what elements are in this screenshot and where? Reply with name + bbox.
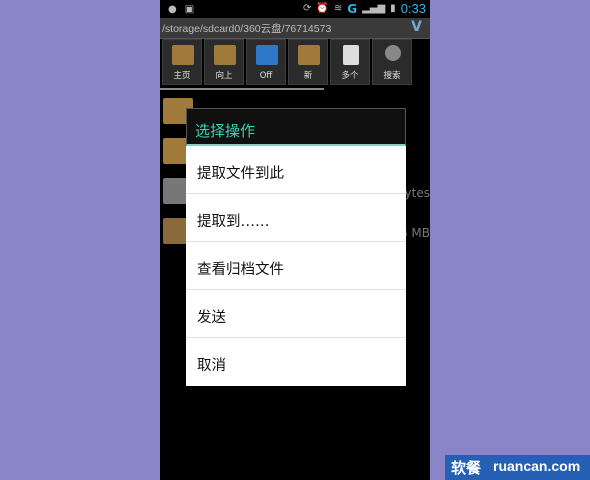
option-label: 取消: [197, 358, 226, 374]
home-button[interactable]: 主页: [162, 39, 202, 85]
option-label: 查看归档文件: [197, 262, 284, 278]
new-button[interactable]: 新: [288, 39, 328, 85]
phone-screen: ● ▣ ⟳ ⏰ ≋ G ▂▄▆ ▮ 0:33 /storage/sdcard0/…: [160, 0, 430, 480]
dialog-title: 选择操作: [195, 122, 256, 140]
search-button[interactable]: 搜索: [372, 39, 412, 85]
battery-icon: ▮: [390, 2, 396, 14]
option-view-archive[interactable]: 查看归档文件: [186, 242, 406, 290]
current-path: /storage/sdcard0/360云盘/76714573: [162, 23, 332, 35]
option-cancel[interactable]: 取消: [186, 338, 406, 386]
search-button-label: 搜索: [383, 71, 401, 81]
option-label: 提取到……: [197, 214, 270, 230]
new-button-label: 新: [303, 71, 313, 81]
dialog-title-bar: 选择操作: [186, 108, 406, 146]
dropbox-button-label: Off: [259, 71, 273, 81]
file-size: ytes: [404, 186, 430, 200]
alarm-icon: ⏰: [316, 2, 329, 14]
option-label: 发送: [197, 310, 226, 326]
home-button-label: 主页: [173, 71, 191, 81]
choose-action-dialog: 选择操作 提取文件到此 提取到…… 查看归档文件 发送 取消: [186, 108, 406, 391]
multi-select-button-label: 多个: [341, 71, 359, 81]
network-type: G: [347, 1, 358, 16]
wifi-icon: ≋: [333, 2, 343, 14]
home-folder-icon: [172, 45, 194, 65]
dropbox-icon: [256, 45, 278, 65]
watermark-en: ruancan.com: [493, 458, 581, 474]
up-button-label: 向上: [215, 71, 233, 81]
signal-icon: ▂▄▆: [362, 2, 386, 14]
toolbar: 主页 向上 Off 新 多个 搜索: [160, 39, 430, 87]
up-folder-icon: [214, 45, 236, 65]
dialog-option-list: 提取文件到此 提取到…… 查看归档文件 发送 取消: [186, 146, 406, 386]
watermark-cn: 软餐: [451, 459, 482, 477]
clock: 0:33: [400, 1, 426, 16]
sync-icon: ⟳: [303, 2, 312, 14]
option-label: 提取文件到此: [197, 166, 284, 182]
status-bar: ● ▣ ⟳ ⏰ ≋ G ▂▄▆ ▮ 0:33: [160, 0, 430, 18]
multi-select-icon: [343, 45, 359, 65]
image-icon: ▣: [184, 4, 195, 15]
option-extract-to[interactable]: 提取到……: [186, 194, 406, 242]
multi-select-button[interactable]: 多个: [330, 39, 370, 85]
dropbox-off-button[interactable]: Off: [246, 39, 286, 85]
site-watermark: 软餐 ruancan.com: [445, 455, 590, 480]
path-bar: /storage/sdcard0/360云盘/76714573 V: [160, 18, 430, 39]
up-button[interactable]: 向上: [204, 39, 244, 85]
search-icon: [385, 45, 401, 61]
option-extract-here[interactable]: 提取文件到此: [186, 146, 406, 194]
option-send[interactable]: 发送: [186, 290, 406, 338]
app-logo: V: [411, 19, 422, 35]
toolbar-scrollbar[interactable]: [160, 88, 324, 90]
notification-icon: ●: [168, 4, 177, 15]
new-folder-icon: [298, 45, 320, 65]
